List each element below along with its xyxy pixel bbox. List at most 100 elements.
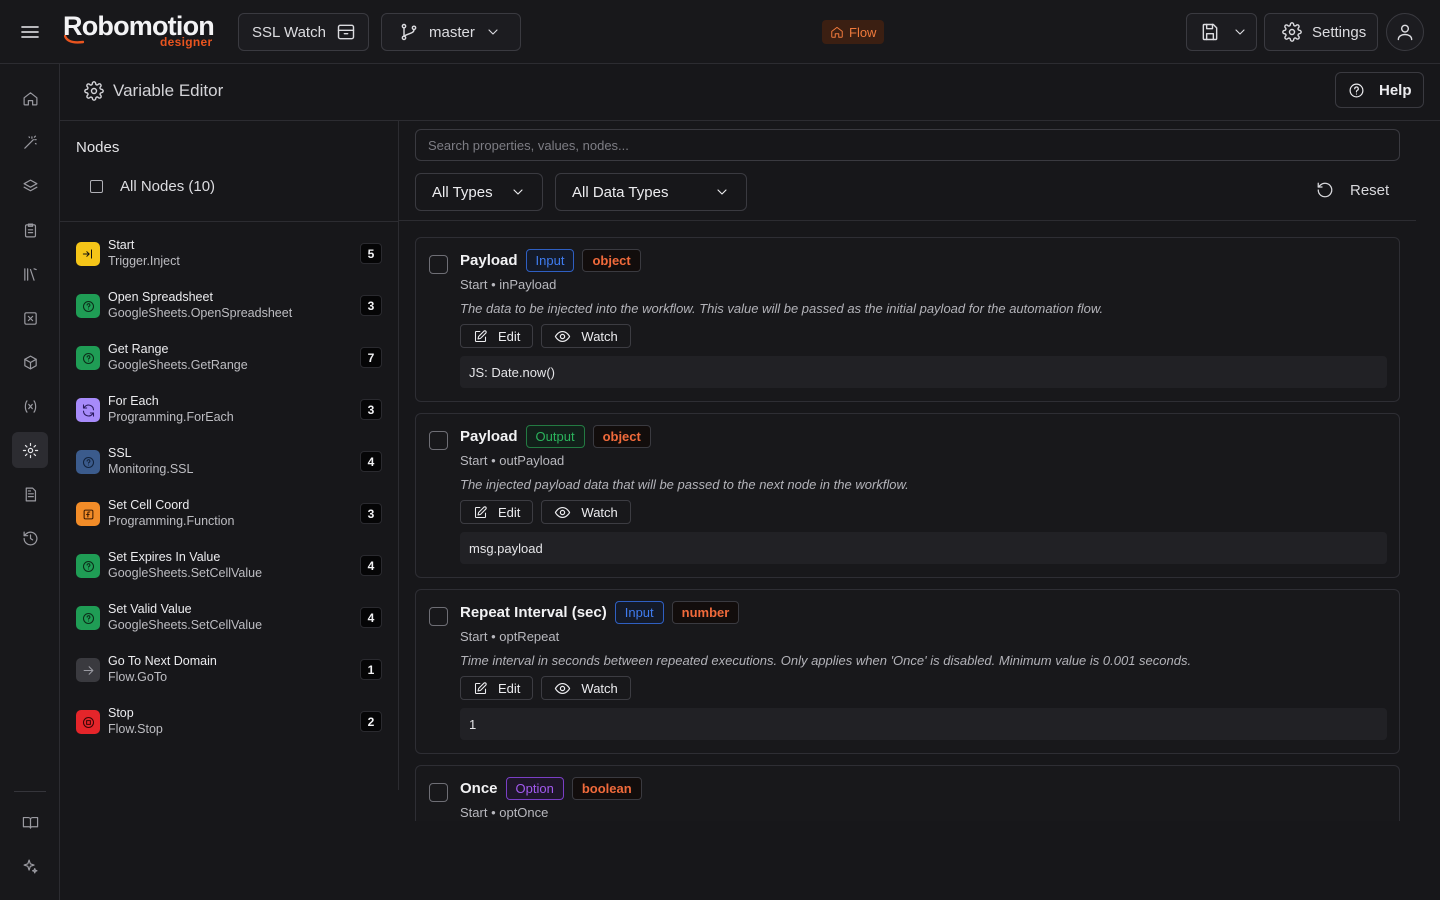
rail-variable-icon[interactable] <box>12 388 48 424</box>
property-data-type-badge: object <box>592 425 651 448</box>
eye-icon <box>555 506 571 518</box>
all-nodes-filter[interactable]: All Nodes (10) <box>90 178 215 195</box>
node-name: Go To Next Domain <box>108 654 217 668</box>
property-kind-badge: Option <box>505 777 564 800</box>
node-property-count-badge: 4 <box>360 451 382 472</box>
search-input[interactable] <box>415 129 1400 161</box>
project-selector-button[interactable]: SSL Watch <box>238 13 369 51</box>
rail-document-icon[interactable] <box>12 476 48 512</box>
gear-icon <box>1282 22 1302 42</box>
property-kind-badge: Input <box>525 249 575 272</box>
property-path: Start • optRepeat <box>460 629 560 644</box>
property-card[interactable]: Payload Input object Start • inPayload The d… <box>415 237 1400 402</box>
reset-button[interactable]: Reset <box>1316 181 1389 199</box>
property-name: Payload <box>460 252 518 269</box>
node-list-item[interactable]: Start Trigger.Inject 5 <box>60 228 399 280</box>
rail-magic-wand-icon[interactable] <box>12 124 48 160</box>
user-avatar-button[interactable] <box>1386 13 1424 51</box>
rail-home-icon[interactable] <box>12 80 48 116</box>
node-list-item[interactable]: For Each Programming.ForEach 3 <box>60 384 399 436</box>
inject-icon <box>76 242 100 266</box>
robomotion-logo[interactable]: Robomotion designer <box>63 11 223 51</box>
property-name: Repeat Interval (sec) <box>460 604 607 621</box>
goto-icon <box>76 658 100 682</box>
property-header: Payload Output object <box>460 425 651 448</box>
node-name: For Each <box>108 394 159 408</box>
settings-button[interactable]: Settings <box>1264 13 1378 51</box>
property-card[interactable]: Once Option boolean Start • optOnce <box>415 765 1400 821</box>
edit-button[interactable]: Edit <box>460 676 534 700</box>
sheets-icon <box>76 294 100 318</box>
node-list-item[interactable]: Get Range GoogleSheets.GetRange 7 <box>60 332 399 384</box>
node-type: Flow.GoTo <box>108 670 168 684</box>
rail-library-icon[interactable] <box>12 256 48 292</box>
nodes-panel: Nodes All Nodes (10) Start Trigger.Inject… <box>60 121 399 790</box>
node-type: GoogleSheets.SetCellValue <box>108 566 263 580</box>
all-nodes-checkbox[interactable] <box>90 180 103 193</box>
property-data-type-badge: boolean <box>571 777 642 800</box>
rotate-ccw-icon <box>1317 182 1333 198</box>
archive-icon <box>337 24 355 40</box>
property-path: Start • outPayload <box>460 453 565 468</box>
help-button[interactable]: Help <box>1335 72 1424 108</box>
edit-button[interactable]: Edit <box>460 324 534 348</box>
property-checkbox[interactable] <box>429 607 448 626</box>
flow-badge[interactable]: Flow <box>822 20 885 44</box>
node-property-count-badge: 3 <box>360 295 382 316</box>
eye-icon <box>555 682 571 694</box>
property-value-field[interactable]: 1 <box>460 708 1387 740</box>
property-actions: Edit Watch <box>460 676 631 700</box>
node-property-count-badge: 1 <box>360 659 382 680</box>
node-list-item[interactable]: Set Cell Coord Programming.Function 3 <box>60 488 399 540</box>
rail-settings-icon[interactable] <box>12 432 48 468</box>
node-list-item[interactable]: Stop Flow.Stop 2 <box>60 696 399 748</box>
edit-button[interactable]: Edit <box>460 500 534 524</box>
nodes-divider <box>60 221 399 222</box>
hamburger-menu-icon[interactable] <box>18 20 42 44</box>
watch-label: Watch <box>581 680 618 696</box>
flow-badge-label: Flow <box>849 24 877 40</box>
rail-clipboard-icon[interactable] <box>12 212 48 248</box>
rail-book-icon[interactable] <box>12 804 48 840</box>
edit-label: Edit <box>498 680 521 696</box>
rail-layers-icon[interactable] <box>12 168 48 204</box>
edit-label: Edit <box>498 504 521 520</box>
data-types-dropdown[interactable]: All Data Types <box>555 173 747 211</box>
node-list-item[interactable]: Set Expires In Value GoogleSheets.SetCell… <box>60 540 399 592</box>
node-list-item[interactable]: Open Spreadsheet GoogleSheets.OpenSpreads… <box>60 280 399 332</box>
watch-label: Watch <box>581 504 618 520</box>
node-property-count-badge: 5 <box>360 243 382 264</box>
help-label: Help <box>1379 81 1412 99</box>
property-checkbox[interactable] <box>429 431 448 450</box>
gear-icon <box>84 81 104 101</box>
rail-sparkles-icon[interactable] <box>12 848 48 884</box>
eye-icon <box>555 330 571 342</box>
node-list-item[interactable]: Set Valid Value GoogleSheets.SetCellValue… <box>60 592 399 644</box>
chevron-down-icon[interactable] <box>1232 24 1248 40</box>
watch-button[interactable]: Watch <box>541 324 631 348</box>
watch-button[interactable]: Watch <box>541 500 631 524</box>
branch-selector-button[interactable]: master <box>381 13 521 51</box>
chevron-down-icon <box>488 29 498 35</box>
property-value-field[interactable]: JS: Date.now() <box>460 356 1387 388</box>
rail-box-x-icon[interactable] <box>12 300 48 336</box>
node-list-item[interactable]: Go To Next Domain Flow.GoTo 1 <box>60 644 399 696</box>
property-card[interactable]: Repeat Interval (sec) Input number Start • … <box>415 589 1400 754</box>
property-description: Time interval in seconds between repeate… <box>460 653 1192 668</box>
node-name: Stop <box>108 706 134 720</box>
filter-divider <box>399 220 1416 221</box>
property-path: Start • inPayload <box>460 277 557 292</box>
types-dropdown-label: All Types <box>432 183 493 201</box>
property-value-field[interactable]: msg.payload <box>460 532 1387 564</box>
property-checkbox[interactable] <box>429 255 448 274</box>
node-list-item[interactable]: SSL Monitoring.SSL 4 <box>60 436 399 488</box>
types-dropdown[interactable]: All Types <box>415 173 543 211</box>
property-card[interactable]: Payload Output object Start • outPayload The… <box>415 413 1400 578</box>
property-description: The injected payload data that will be p… <box>460 477 909 492</box>
rail-package-icon[interactable] <box>12 344 48 380</box>
save-button[interactable] <box>1186 13 1257 51</box>
node-name: Set Valid Value <box>108 602 192 616</box>
watch-button[interactable]: Watch <box>541 676 631 700</box>
rail-history-icon[interactable] <box>12 520 48 556</box>
property-checkbox[interactable] <box>429 783 448 802</box>
